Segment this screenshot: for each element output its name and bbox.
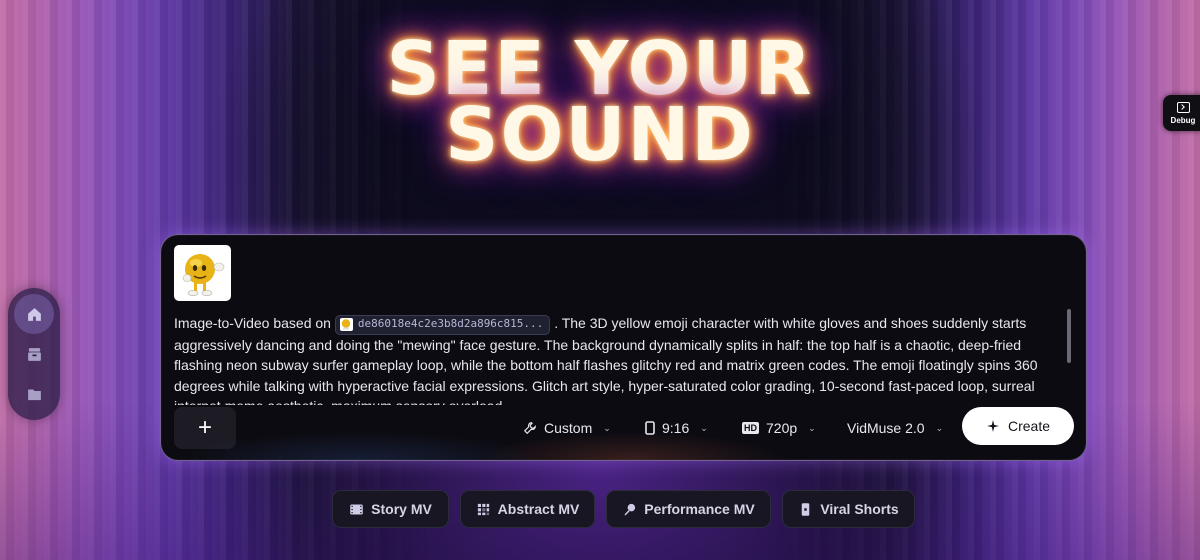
model-select[interactable]: VidMuse 2.0 ⌄ [847, 407, 943, 449]
preset-row: Story MV Abstract MV Performance MV Vira… [0, 490, 1200, 528]
phone-outline-icon [645, 421, 655, 435]
reference-chip-thumbnail [339, 318, 353, 331]
chevron-down-icon: ⌄ [808, 422, 816, 433]
prompt-composer: Image-to-Video based on de86018e4c2e3b8d… [160, 234, 1087, 461]
chevron-down-icon: ⌄ [700, 422, 708, 433]
chevron-down-icon: ⌄ [935, 422, 944, 433]
plus-icon: + [197, 414, 212, 441]
reference-image-thumbnail[interactable] [174, 245, 231, 301]
prompt-scrollbar[interactable] [1067, 309, 1071, 363]
create-button[interactable]: Create [962, 407, 1074, 445]
hd-badge-icon: HD [742, 422, 759, 434]
microphone-icon [624, 503, 636, 515]
hero-title: SEE YOUR SOUND [340, 32, 860, 186]
quality-select-value: 720p [766, 420, 798, 436]
create-button-label: Create [1007, 418, 1051, 434]
quality-select[interactable]: HD 720p ⌄ [742, 407, 816, 449]
emoji-character-image [182, 254, 225, 296]
preset-label: Story MV [371, 501, 432, 517]
prompt-textarea[interactable]: Image-to-Video based on de86018e4c2e3b8d… [174, 313, 1064, 405]
rail-home-button[interactable] [14, 294, 54, 334]
preset-label: Performance MV [644, 501, 755, 517]
wrench-icon [523, 422, 536, 435]
ratio-select-value: 9:16 [662, 420, 690, 436]
preset-performance-mv[interactable]: Performance MV [606, 490, 771, 528]
preset-abstract-mv[interactable]: Abstract MV [460, 490, 595, 528]
phone-icon [802, 502, 810, 516]
debug-button[interactable]: Debug [1163, 95, 1200, 131]
preset-label: Viral Shorts [820, 501, 899, 517]
sparkle-icon [987, 420, 999, 432]
preset-label: Abstract MV [497, 501, 580, 517]
style-select[interactable]: Custom ⌄ [523, 407, 611, 449]
add-button[interactable]: + [174, 407, 236, 449]
reference-chip-label: de86018e4c2e3b8d2a896c815... [357, 317, 544, 331]
reference-chip[interactable]: de86018e4c2e3b8d2a896c815... [334, 314, 551, 335]
home-icon [27, 307, 41, 321]
style-select-value: Custom [544, 420, 593, 436]
preset-viral-shorts[interactable]: Viral Shorts [782, 490, 915, 528]
prompt-prefix: Image-to-Video based on [174, 315, 331, 331]
box-icon [27, 347, 41, 361]
film-icon [350, 504, 363, 514]
terminal-icon [1176, 101, 1190, 113]
rail-files-button[interactable] [14, 374, 54, 414]
debug-label: Debug [1170, 115, 1196, 125]
ratio-select[interactable]: 9:16 ⌄ [645, 407, 708, 449]
rail-assets-button[interactable] [14, 334, 54, 374]
composer-toolbar: + Custom ⌄ 9:16 ⌄ HD 720p ⌄ VidMuse 2.0 … [161, 407, 1086, 451]
model-select-value: VidMuse 2.0 [847, 420, 925, 436]
folder-icon [27, 389, 41, 400]
left-rail [8, 288, 60, 420]
preset-story-mv[interactable]: Story MV [332, 490, 449, 528]
grid-icon [477, 503, 489, 515]
chevron-down-icon: ⌄ [603, 422, 611, 433]
